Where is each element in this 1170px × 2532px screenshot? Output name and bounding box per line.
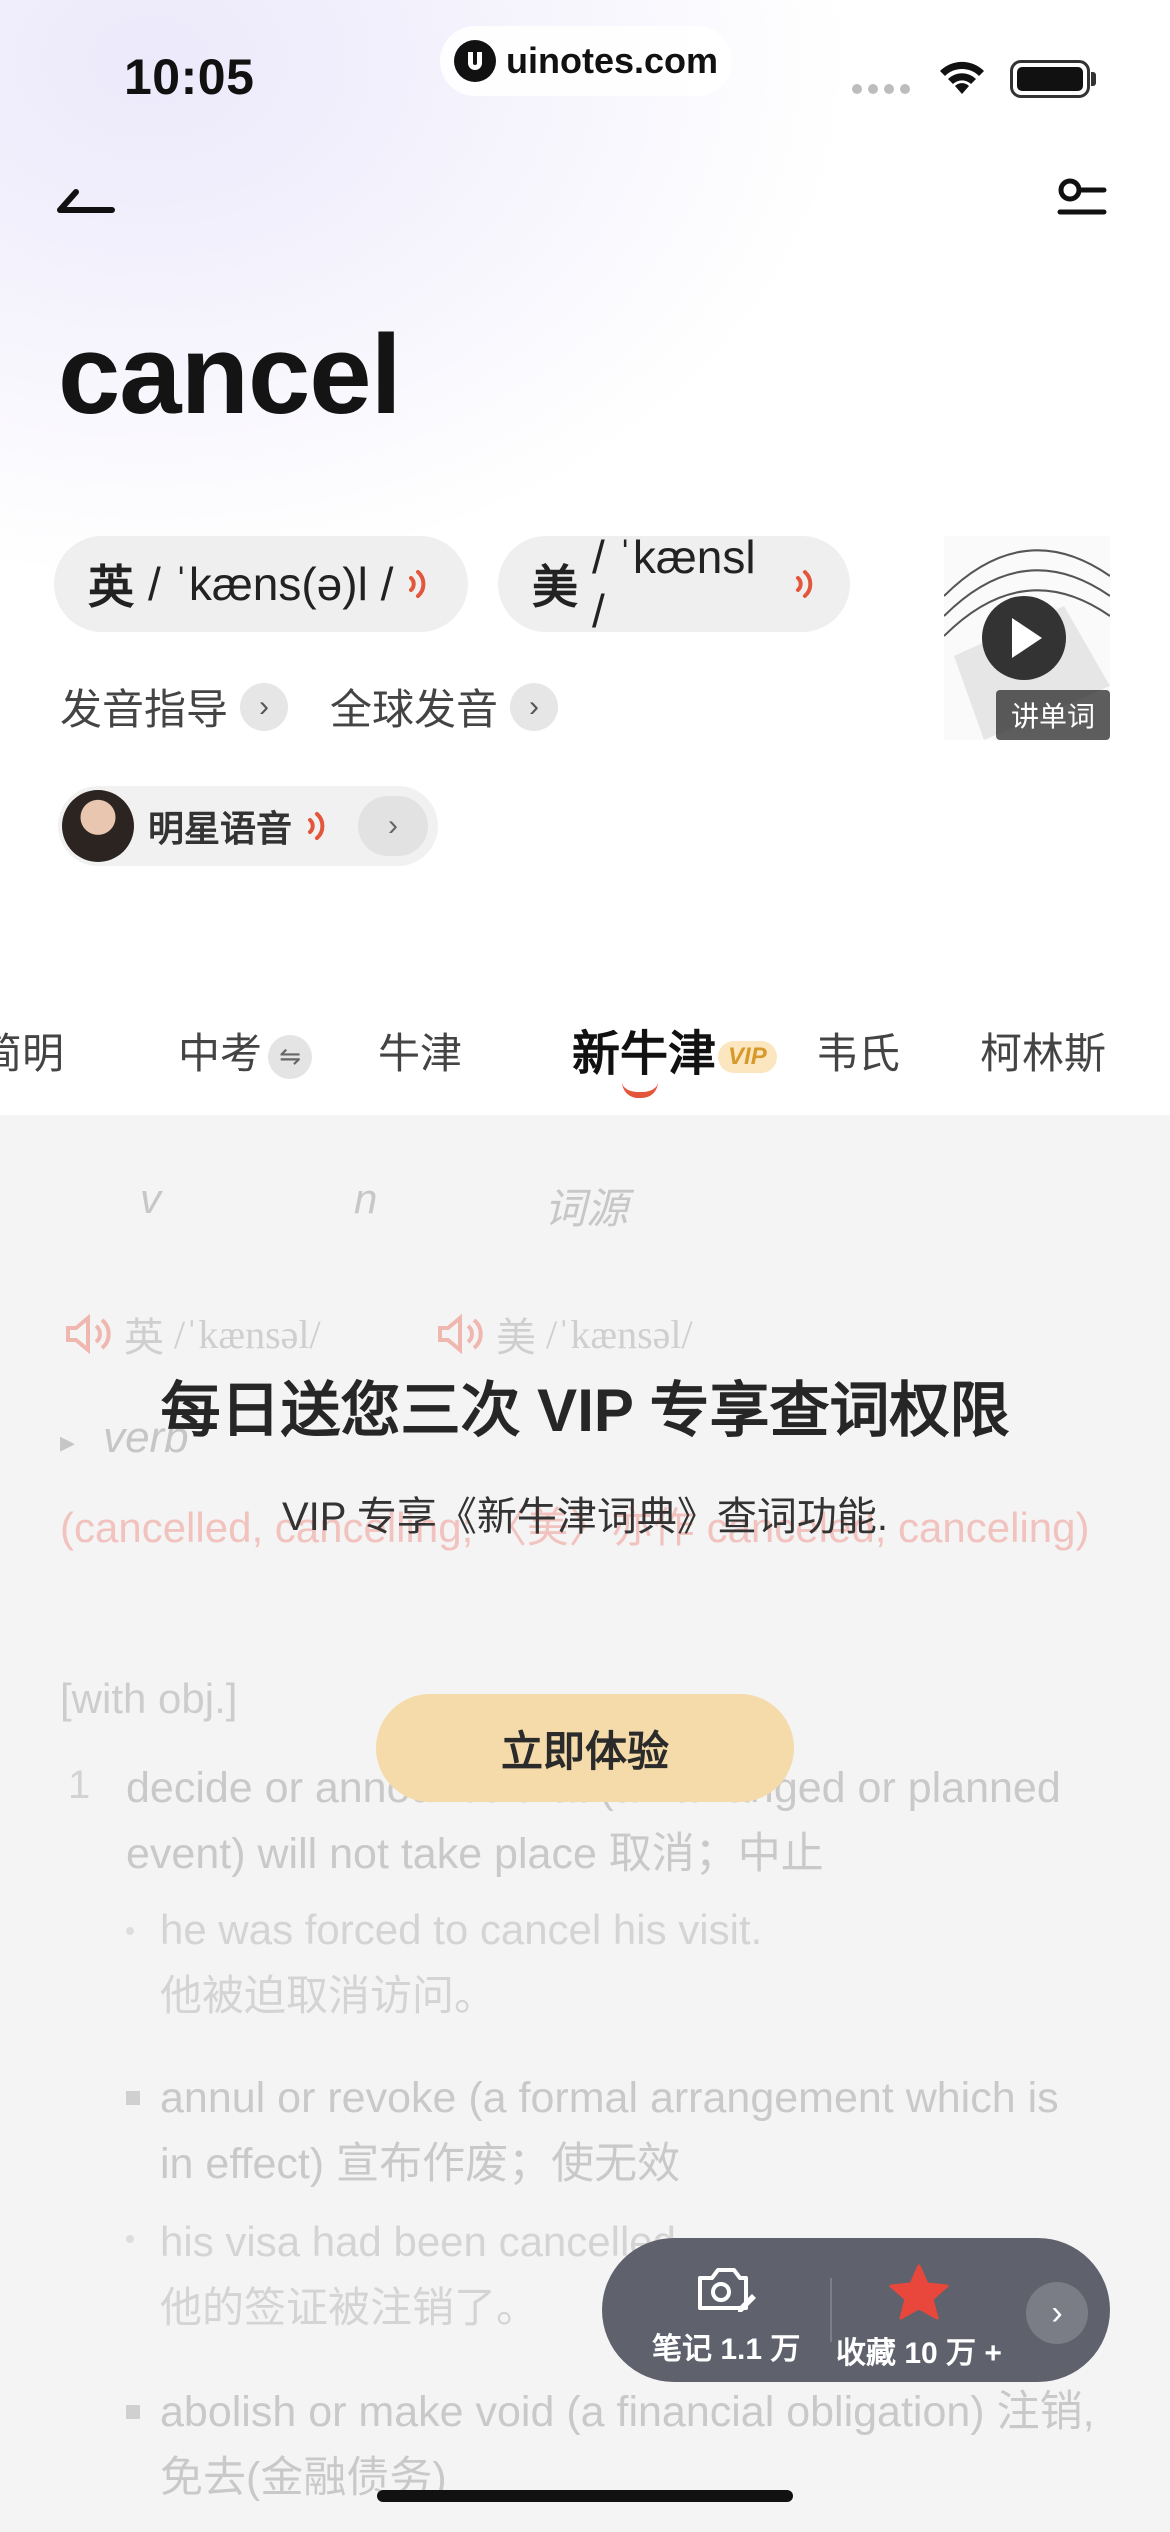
speaker-icon	[66, 1313, 111, 1355]
video-label: 讲单词	[996, 690, 1110, 740]
us-pronunciation-button[interactable]: 美 / ˈkænsl /	[498, 531, 850, 637]
tab-concise[interactable]: 简明	[0, 1020, 64, 1081]
example-dot	[126, 2235, 134, 2243]
notes-button[interactable]: 笔记 1.1 万	[652, 2264, 800, 2368]
notes-label: 笔记 1.1 万	[652, 2333, 801, 2366]
try-now-button[interactable]: 立即体验	[376, 1694, 794, 1802]
battery-icon	[1010, 60, 1090, 98]
status-time: 10:05	[124, 49, 255, 105]
speaker-icon	[438, 1313, 483, 1355]
chevron-right-icon[interactable]: ›	[1026, 2282, 1088, 2344]
display-settings-icon[interactable]	[1056, 178, 1108, 234]
example-dot	[126, 1927, 134, 1935]
tab-zhongkao-label: 中考	[178, 1030, 263, 1077]
dictionary-tabs: 简明 中考 ⇋ 牛津 新牛津 VIP 韦氏 柯林斯	[0, 1010, 1170, 1106]
sound-wave-icon	[409, 570, 426, 598]
us-ipa: / ˈkænsl /	[592, 531, 756, 637]
pronunciation-guide-link[interactable]: 发音指导 ›	[60, 676, 289, 737]
url-pill[interactable]: uinotes.com	[440, 26, 732, 96]
sound-wave-icon	[796, 570, 813, 598]
tab-new-oxford[interactable]: 新牛津 VIP	[572, 1014, 777, 1084]
uk-pronunciation-button[interactable]: 英 / ˈkæns(ə)l /	[54, 536, 468, 632]
camera-edit-icon	[698, 2268, 757, 2312]
us-phonetic-row[interactable]: 美 /ˈkænsəl/	[436, 1305, 693, 1363]
tab-zhongkao[interactable]: 中考 ⇋	[178, 1020, 313, 1081]
battery-tip	[1091, 72, 1096, 86]
subtab-noun[interactable]: n	[354, 1175, 377, 1223]
grammar-note: [with obj.]	[60, 1675, 238, 1722]
action-divider	[830, 2278, 832, 2342]
celebrity-voice-button[interactable]: 明星语音 ›	[58, 786, 438, 866]
site-logo-icon	[454, 40, 496, 82]
chevron-right-icon: ›	[240, 682, 289, 731]
vip-badge: VIP	[718, 1041, 777, 1074]
celebrity-voice-label: 明星语音	[148, 808, 293, 849]
swap-icon: ⇋	[268, 1034, 313, 1079]
us-label: 美	[532, 561, 578, 613]
uk-phonetic-ipa: /ˈkænsəl/	[174, 1311, 321, 1357]
floating-action-bar: 笔记 1.1 万 收藏 10 万 + ›	[602, 2238, 1110, 2382]
example-1-en: he was forced to cancel his visit.	[160, 1906, 763, 1953]
uk-phonetic-label: 英	[124, 1315, 164, 1360]
chevron-right-icon: ›	[510, 682, 559, 731]
vip-overlay-subtitle: VIP 专享《新牛津词典》查词功能.	[282, 1495, 888, 1539]
url-text: uinotes.com	[506, 40, 719, 81]
celebrity-avatar	[62, 790, 134, 862]
home-indicator	[377, 2490, 793, 2502]
definition-bullet	[126, 2091, 140, 2105]
example-1-zh: 他被迫取消访问。	[160, 1972, 497, 2019]
global-pronunciation-link[interactable]: 全球发音 ›	[330, 676, 559, 737]
sound-wave-icon	[308, 812, 325, 840]
uk-phonetic-row[interactable]: 英 /ˈkænsəl/	[64, 1305, 321, 1363]
back-arrow-icon[interactable]	[56, 176, 116, 226]
vip-overlay-title: 每日送您三次 VIP 专享查词权限	[160, 1377, 1010, 1444]
tab-webster[interactable]: 韦氏	[816, 1020, 900, 1081]
uk-label: 英	[88, 561, 134, 613]
star-icon	[889, 2264, 949, 2320]
tab-new-oxford-label: 新牛津	[572, 1028, 717, 1081]
definition-number: 1	[68, 1763, 91, 1807]
tab-oxford[interactable]: 牛津	[378, 1020, 462, 1081]
pronunciation-guide-label: 发音指导	[60, 686, 229, 733]
definition-2: annul or revoke (a formal arrangement wh…	[160, 2074, 1059, 2188]
headword: cancel	[58, 312, 402, 437]
subtab-etymology[interactable]: 词源	[544, 1175, 628, 1236]
favorite-button[interactable]: 收藏 10 万 +	[836, 2264, 1002, 2372]
cellular-signal-icon	[852, 84, 910, 94]
tab-collins[interactable]: 柯林斯	[980, 1020, 1106, 1081]
chevron-right-icon[interactable]: ›	[358, 796, 428, 856]
global-pronunciation-label: 全球发音	[330, 686, 499, 733]
us-phonetic-label: 美	[496, 1315, 536, 1360]
favorite-label: 收藏 10 万 +	[836, 2337, 1002, 2370]
uk-ipa: / ˈkæns(ə)l /	[148, 558, 394, 610]
wifi-icon	[940, 61, 984, 94]
subtab-verb[interactable]: v	[140, 1175, 161, 1223]
definition-bullet	[126, 2405, 140, 2419]
us-phonetic-ipa: /ˈkænsəl/	[546, 1311, 693, 1357]
